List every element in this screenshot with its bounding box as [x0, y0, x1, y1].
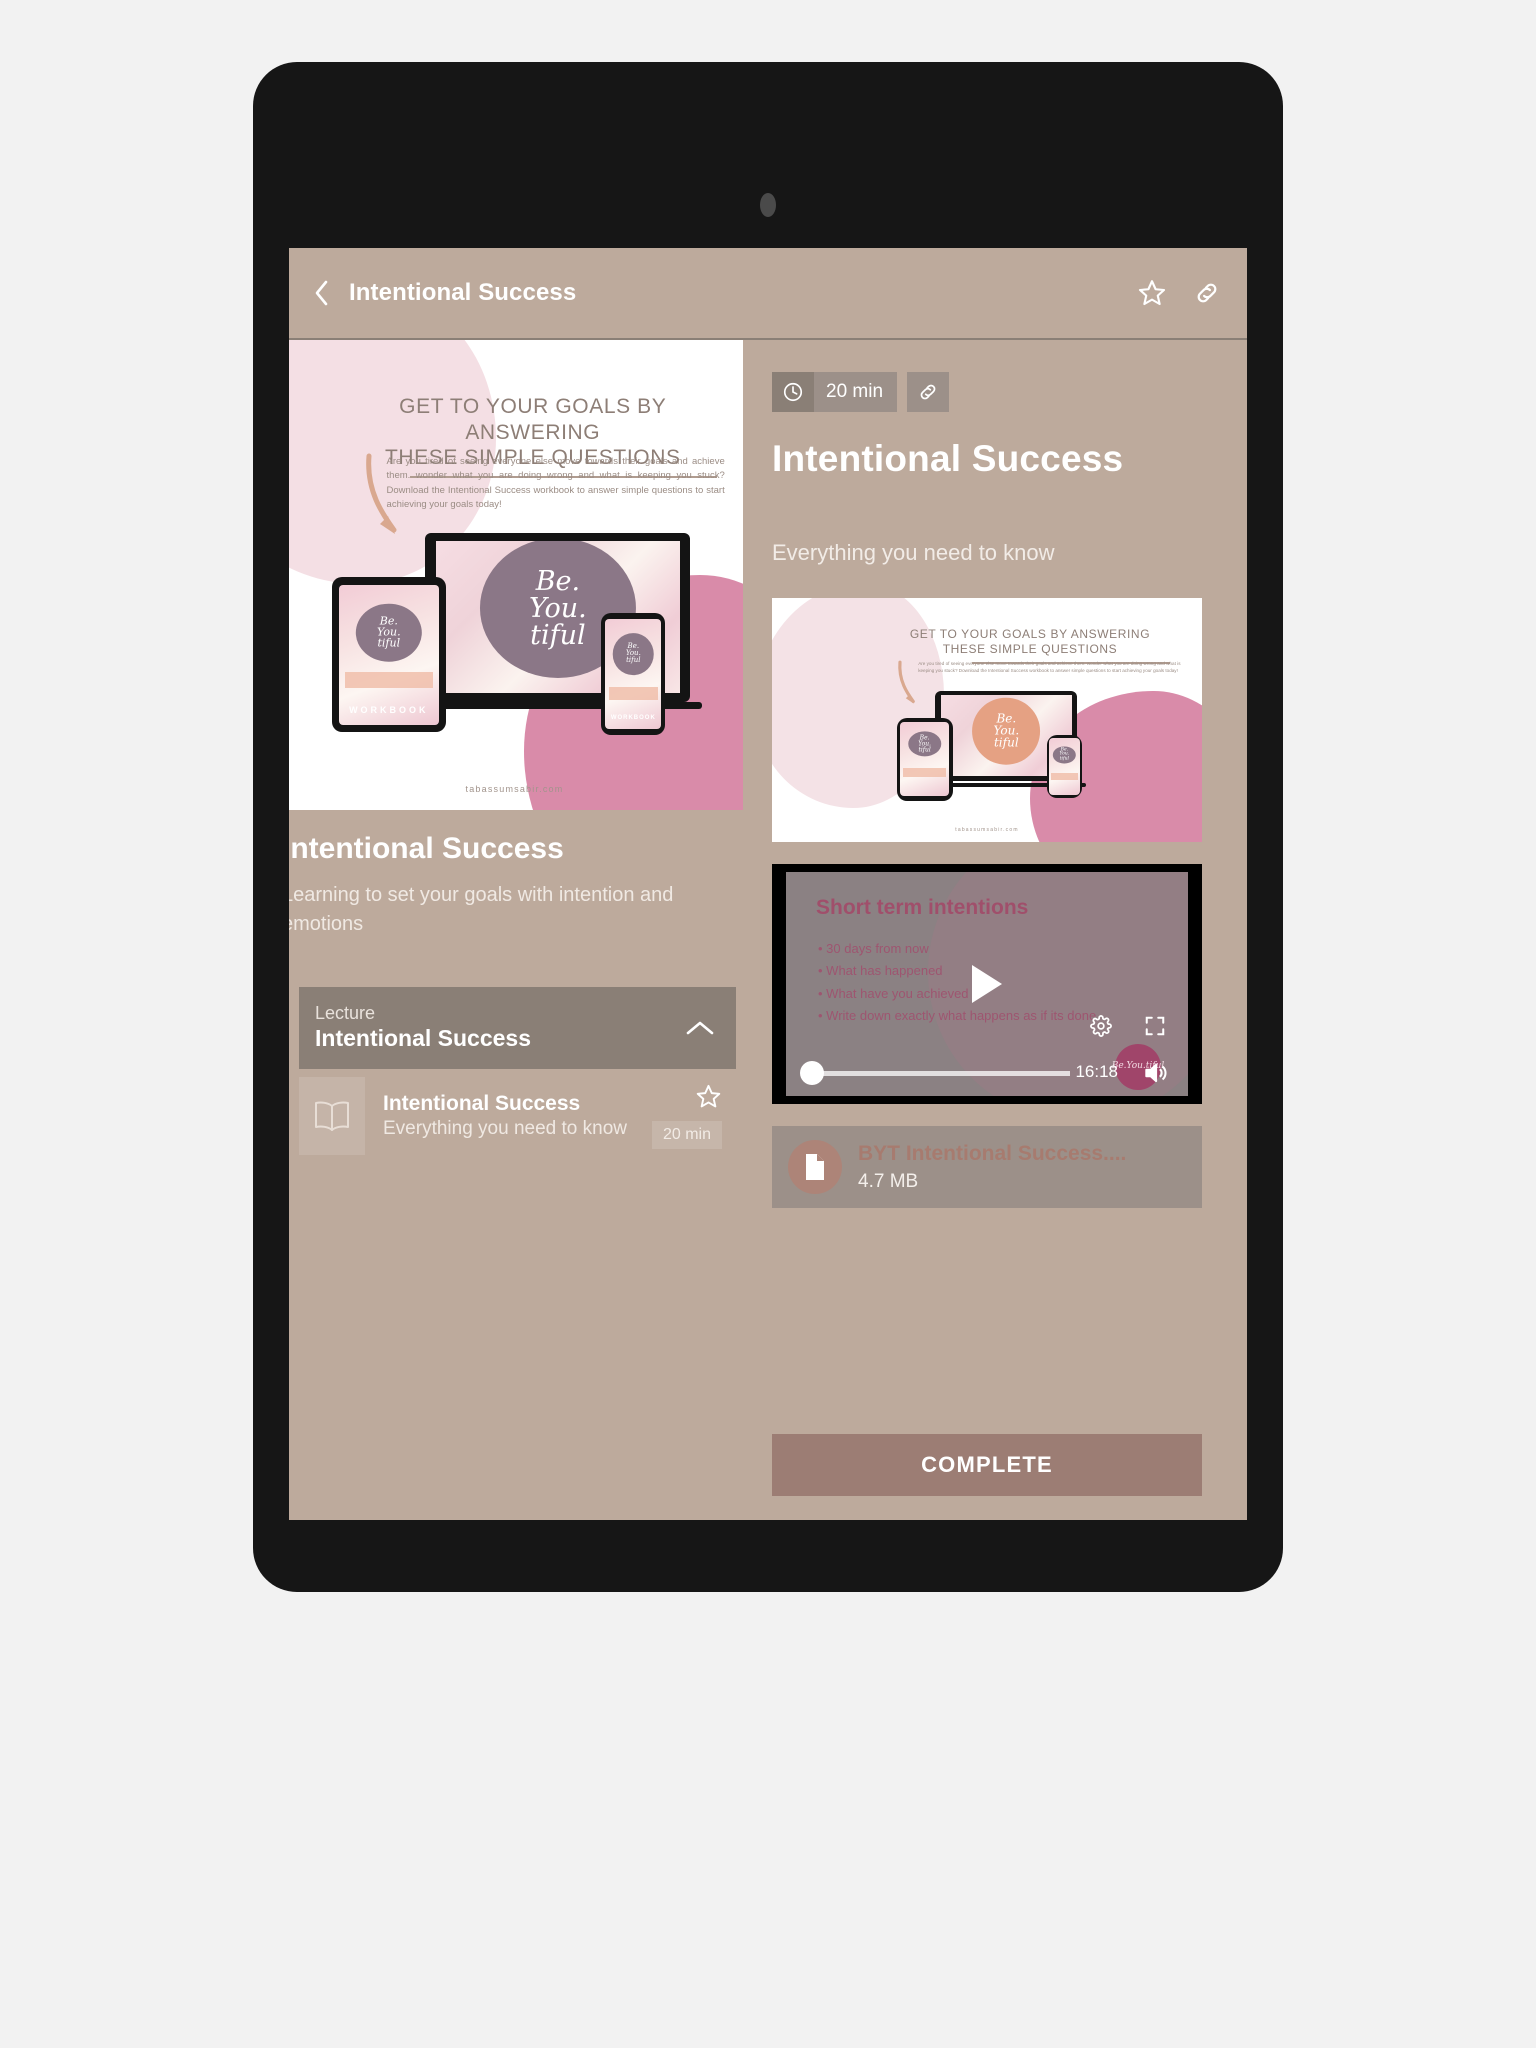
cover-paragraph: Are you tired of seeing everyone else mo…: [386, 456, 725, 510]
logo-line-3: tiful: [530, 619, 586, 651]
phone-mockup-screen: Be. You. tiful WORKBOOK: [605, 618, 662, 729]
workbook-word: WORKBOOK: [349, 704, 429, 715]
list-item-title: Intentional Success: [383, 1091, 581, 1115]
video-time: 16:18: [1075, 1062, 1118, 1081]
thumb-headline-line2: THESE SIMPLE QUESTIONS: [942, 641, 1118, 656]
slide-bullet: What have you achieved: [818, 983, 1096, 1005]
book-icon: [299, 1076, 365, 1155]
chevron-left-icon[interactable]: [307, 276, 337, 310]
course-cover-image: GET TO YOUR GOALS BY ANSWERING THESE SIM…: [289, 340, 743, 810]
slide-bullet: What has happened: [818, 960, 1096, 982]
course-title: Intentional Success: [289, 832, 564, 865]
star-outline-icon[interactable]: [695, 1083, 722, 1115]
video-slide-bullets: 30 days from now What has happened What …: [818, 938, 1096, 1027]
fullscreen-icon[interactable]: [1144, 1015, 1166, 1042]
thumb-brand-logo-small: Be. You. tiful: [907, 731, 942, 757]
list-item-subtitle: Everything you need to know: [383, 1117, 627, 1139]
app-bar-title: Intentional Success: [349, 279, 577, 306]
lesson-thumbnail[interactable]: GET TO YOUR GOALS BY ANSWERING THESE SIM…: [772, 598, 1202, 842]
list-item[interactable]: Intentional Success Everything you need …: [299, 1076, 736, 1155]
gear-icon[interactable]: [1090, 1015, 1112, 1042]
thumb-brand-logo-tiny: Be. You. tiful: [1053, 746, 1076, 764]
lesson-detail-pane: 20 min Intentional Success Everything yo…: [746, 340, 1247, 1518]
video-controls-bar: 16:18: [786, 1060, 1188, 1086]
brand-logo-tiny: Be. You. tiful: [613, 633, 654, 675]
thumbnail-artwork: GET TO YOUR GOALS BY ANSWERING THESE SIM…: [772, 598, 1202, 842]
thumb-phone-mockup: Be. You. tiful: [1047, 734, 1082, 799]
tablet-mockup: Be. You. tiful WORKBOOK: [331, 577, 446, 733]
section-title: Intentional Success: [315, 1025, 532, 1052]
tablet-mockup-screen: Be. You. tiful WORKBOOK: [338, 585, 440, 725]
section-header-lecture[interactable]: Lecture Intentional Success: [299, 986, 736, 1069]
list-item-meta: 20 min: [651, 1083, 722, 1149]
course-subtitle: Learning to set your goals with intentio…: [289, 883, 674, 935]
duration-chip-text: 20 min: [826, 381, 884, 402]
attachment-name: BYT Intentional Success....: [858, 1142, 1127, 1166]
thumb-brand-logo: Be. You. tiful: [972, 697, 1041, 765]
phone-mockup: Be. You. tiful WORKBOOK: [601, 612, 666, 735]
thumb-site-url: tabassumsabir.com: [955, 827, 1019, 834]
tablet-screen: Intentional Success GET TO YOUR GOALS BY…: [289, 248, 1247, 1520]
app-bar-actions: [1137, 278, 1221, 308]
document-icon: [788, 1140, 842, 1194]
app-bar: Intentional Success: [289, 248, 1247, 340]
workbook-band-phone: [608, 686, 659, 701]
cover-site-url: tabassumsabir.com: [465, 783, 564, 794]
section-label: Lecture: [315, 1002, 376, 1023]
thumb-paragraph: Are you tired of seeing everyone else mo…: [918, 661, 1181, 674]
link-icon[interactable]: [907, 372, 950, 412]
progress-track[interactable]: [808, 1071, 1070, 1076]
thumb-workbook-band: [902, 767, 947, 777]
star-outline-icon[interactable]: [1137, 278, 1167, 308]
progress-handle[interactable]: [800, 1061, 824, 1085]
chevron-up-icon[interactable]: [684, 1018, 716, 1038]
link-icon[interactable]: [1193, 279, 1221, 307]
attachment-text: BYT Intentional Success.... 4.7 MB: [858, 1141, 1126, 1192]
course-sidebar: GET TO YOUR GOALS BY ANSWERING THESE SIM…: [289, 340, 746, 1518]
attachment-row[interactable]: BYT Intentional Success.... 4.7 MB: [772, 1126, 1202, 1208]
lesson-subtitle: Everything you need to know: [772, 540, 1055, 565]
curved-arrow-icon: [364, 450, 408, 548]
volume-icon[interactable]: [1142, 1060, 1168, 1091]
cover-artwork: GET TO YOUR GOALS BY ANSWERING THESE SIM…: [289, 340, 743, 810]
thumb-headline-line1: GET TO YOUR GOALS BY ANSWERING: [909, 627, 1151, 642]
thumb-phone-screen: Be. You. tiful: [1049, 737, 1080, 795]
slide-bullet: Write down exactly what happens as if it…: [818, 1005, 1096, 1027]
thumb-workbook-band-phone: [1051, 773, 1078, 781]
course-header: Intentional Success Learning to set your…: [289, 810, 746, 939]
tablet-device-frame: Intentional Success GET TO YOUR GOALS BY…: [253, 62, 1283, 1592]
lesson-meta-row: 20 min: [772, 372, 1221, 412]
complete-button[interactable]: COMPLETE: [772, 1434, 1202, 1496]
video-viewport: Short term intentions 30 days from now W…: [786, 872, 1188, 1096]
duration-chip: 20 min: [772, 372, 898, 412]
lesson-title: Intentional Success: [772, 438, 1124, 479]
workbook-band: [344, 671, 434, 689]
screenshot-stage: Intentional Success GET TO YOUR GOALS BY…: [0, 0, 1536, 2048]
thumb-tablet-mockup: Be. You. tiful: [896, 717, 953, 801]
workbook-word-phone: WORKBOOK: [610, 714, 656, 721]
thumb-headline: GET TO YOUR GOALS BY ANSWERING THESE SIM…: [884, 627, 1176, 664]
brand-logo-small: Be. You. tiful: [355, 603, 422, 662]
front-camera: [760, 193, 776, 217]
list-item-text: Intentional Success Everything you need …: [383, 1090, 652, 1142]
thumb-curved-arrow-icon: [897, 659, 921, 711]
clock-icon: [772, 372, 814, 412]
video-slide-heading: Short term intentions: [816, 896, 1029, 919]
duration-badge: 20 min: [651, 1120, 722, 1149]
video-player[interactable]: Short term intentions 30 days from now W…: [772, 864, 1202, 1104]
slide-bullet: 30 days from now: [818, 938, 1096, 960]
play-icon[interactable]: [972, 965, 1002, 1003]
thumb-tablet-screen: Be. You. tiful: [900, 721, 950, 797]
cover-headline-line1: GET TO YOUR GOALS BY ANSWERING: [399, 395, 667, 444]
section-header-text: Lecture Intentional Success: [315, 1002, 684, 1053]
attachment-size: 4.7 MB: [858, 1170, 919, 1192]
content-split: GET TO YOUR GOALS BY ANSWERING THESE SIM…: [289, 340, 1247, 1518]
